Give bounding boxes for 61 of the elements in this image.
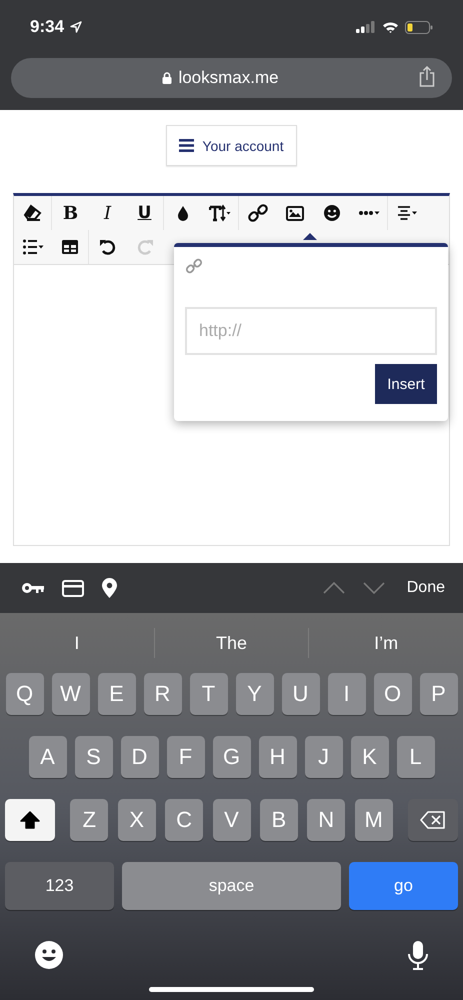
credit-card-icon[interactable] bbox=[62, 580, 84, 596]
key[interactable]: Z bbox=[70, 799, 108, 841]
italic-button[interactable]: I bbox=[89, 196, 126, 230]
microphone-icon[interactable] bbox=[407, 940, 429, 970]
key[interactable]: Y bbox=[236, 673, 274, 715]
key[interactable]: X bbox=[118, 799, 156, 841]
key[interactable]: I bbox=[328, 673, 366, 715]
key[interactable]: S bbox=[74, 736, 112, 778]
key[interactable]: A bbox=[28, 736, 66, 778]
address-bar[interactable]: looksmax.me bbox=[11, 58, 452, 98]
key[interactable]: N bbox=[307, 799, 346, 841]
account-button[interactable]: Your account bbox=[166, 125, 297, 166]
key[interactable]: W bbox=[52, 673, 90, 715]
key[interactable]: J bbox=[304, 736, 342, 778]
key[interactable]: B bbox=[260, 799, 298, 841]
suggestion[interactable]: I’m bbox=[309, 632, 463, 654]
link-icon bbox=[185, 257, 203, 275]
menu-icon bbox=[179, 139, 194, 152]
key[interactable]: E bbox=[98, 673, 136, 715]
key[interactable]: T bbox=[190, 673, 228, 715]
space-key[interactable]: space bbox=[122, 862, 341, 910]
shift-arrow-icon bbox=[20, 811, 40, 829]
underline-button[interactable]: U bbox=[126, 196, 163, 230]
key[interactable]: L bbox=[396, 736, 434, 778]
key[interactable]: K bbox=[350, 736, 388, 778]
url-text: looksmax.me bbox=[178, 68, 279, 88]
location-arrow-icon bbox=[70, 21, 82, 33]
signal-icon bbox=[356, 21, 376, 33]
battery-icon bbox=[405, 20, 433, 34]
key[interactable]: Q bbox=[6, 673, 44, 715]
key[interactable]: U bbox=[282, 673, 320, 715]
key[interactable]: V bbox=[212, 799, 250, 841]
key[interactable]: C bbox=[165, 799, 204, 841]
shift-key[interactable] bbox=[5, 799, 55, 841]
key[interactable]: O bbox=[374, 673, 412, 715]
key[interactable]: F bbox=[166, 736, 204, 778]
location-pin-icon[interactable] bbox=[102, 578, 117, 598]
key[interactable]: R bbox=[144, 673, 182, 715]
key[interactable]: G bbox=[212, 736, 250, 778]
url-input-field[interactable]: http:// bbox=[185, 307, 437, 355]
backspace-key[interactable] bbox=[408, 799, 458, 841]
wifi-icon bbox=[382, 21, 399, 33]
lock-icon bbox=[162, 72, 172, 84]
key[interactable]: H bbox=[258, 736, 296, 778]
key[interactable]: M bbox=[354, 799, 393, 841]
share-icon[interactable] bbox=[419, 66, 436, 86]
emoji-icon[interactable] bbox=[34, 940, 64, 970]
key[interactable]: D bbox=[120, 736, 158, 778]
suggestion[interactable]: I bbox=[0, 632, 154, 654]
chevron-down-icon[interactable] bbox=[362, 582, 385, 594]
chevron-up-icon[interactable] bbox=[322, 582, 345, 594]
key[interactable]: P bbox=[420, 673, 458, 715]
bold-button[interactable]: B bbox=[52, 196, 89, 230]
suggestion[interactable]: The bbox=[154, 632, 308, 654]
clock-time: 9:34 bbox=[30, 17, 64, 37]
go-key[interactable]: go bbox=[349, 862, 458, 910]
key-icon[interactable] bbox=[22, 582, 44, 594]
insert-button[interactable]: Insert bbox=[375, 364, 437, 404]
numbers-key[interactable]: 123 bbox=[5, 862, 114, 910]
backspace-icon bbox=[420, 811, 446, 829]
done-button[interactable]: Done bbox=[406, 579, 445, 597]
